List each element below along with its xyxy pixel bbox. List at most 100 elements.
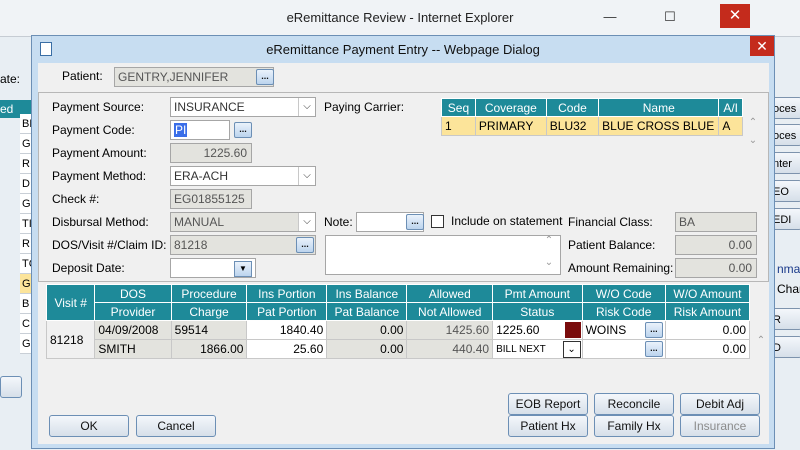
minimize-button[interactable]: — [600, 8, 620, 26]
note-scroll-up-icon[interactable]: ⌃ [542, 235, 556, 246]
include-statement-label: Include on statement [451, 214, 563, 228]
check-number-field[interactable]: EG01855125 [170, 189, 252, 209]
note-label: Note: [324, 215, 353, 229]
ok-button[interactable]: OK [49, 415, 129, 437]
grid-header-ins-balance: Ins Balance [326, 284, 408, 303]
grid-header-procedure: Procedure [170, 284, 248, 303]
calendar-dropdown-icon[interactable]: ▼ [234, 261, 252, 277]
disbursal-method-select[interactable]: MANUAL ⌵ [170, 212, 316, 232]
carrier-code: BLU32 [545, 116, 600, 136]
payment-source-value: INSURANCE [174, 100, 245, 114]
chevron-down-icon: ⌄ [562, 341, 581, 358]
family-hx-button[interactable]: Family Hx [594, 415, 674, 437]
grid-header-charge: Charge [170, 302, 248, 321]
wo-code-value: WOINS [585, 323, 627, 337]
risk-code-lookup-button[interactable]: ... [644, 341, 663, 357]
background-charge-label: Char [777, 282, 800, 296]
reconcile-button[interactable]: Reconcile [594, 393, 674, 415]
visit-number-cell: 81218 [45, 320, 96, 359]
payment-code-lookup-button[interactable]: ... [234, 122, 252, 138]
wo-code-input[interactable]: WOINS... [581, 320, 666, 340]
carrier-scroll-up-icon[interactable]: ⌃ [746, 117, 760, 128]
grid-header-pat-portion: Pat Portion [246, 302, 328, 321]
note-lookup-button[interactable]: ... [406, 214, 424, 230]
payment-code-label: Payment Code: [52, 123, 135, 137]
patient-field[interactable]: GENTRY,JENNIFER [114, 67, 274, 87]
background-summary-label: nma [777, 262, 800, 276]
grid-header-pmt-amount: Pmt Amount [492, 284, 583, 303]
wo-code-lookup-button[interactable]: ... [644, 322, 663, 338]
ins-portion-input[interactable]: 1840.40 [246, 320, 328, 340]
charge-cell: 1866.00 [170, 339, 248, 359]
payment-amount-field[interactable]: 1225.60 [170, 143, 252, 163]
grid-header-dos: DOS [94, 284, 172, 303]
carrier-header-coverage: Coverage [474, 98, 547, 117]
cancel-button[interactable]: Cancel [136, 415, 216, 437]
eob-report-button[interactable]: EOB Report [508, 393, 588, 415]
grid-header-allowed: Allowed [406, 284, 494, 303]
carrier-header-name: Name [598, 98, 720, 117]
grid-header-status: Status [492, 302, 583, 321]
background-close-button[interactable]: ✕ [720, 4, 750, 28]
note-textarea[interactable] [325, 235, 561, 275]
provider-cell: SMITH [94, 339, 172, 359]
patient-label: Patient: [62, 69, 103, 83]
risk-amount-input[interactable]: 0.00 [664, 339, 751, 359]
visit-grid: Visit # DOS Procedure Ins Portion Ins Ba… [45, 284, 751, 359]
payment-method-value: ERA-ACH [174, 169, 229, 183]
payment-source-label: Payment Source: [52, 100, 145, 114]
debit-adj-button[interactable]: Debit Adj [680, 393, 760, 415]
table-row[interactable]: 81218 04/09/2008 59514 1840.40 0.00 1425… [45, 320, 751, 359]
carrier-table: Seq Coverage Code Name A/I 1 PRIMARY BLU… [441, 98, 743, 136]
ins-balance-cell: 0.00 [326, 320, 408, 340]
carrier-header-ai: A/I [718, 98, 743, 117]
payment-method-select[interactable]: ERA-ACH ⌵ [170, 166, 316, 186]
carrier-header-code: Code [545, 98, 600, 117]
note-scroll-down-icon[interactable]: ⌄ [542, 257, 556, 268]
grid-header-not-allowed: Not Allowed [406, 302, 494, 321]
pmt-amount-input[interactable]: 1225.60 [492, 320, 583, 340]
grid-scroll-up-icon[interactable]: ⌃ [754, 335, 768, 346]
procedure-cell: 59514 [170, 320, 248, 340]
chevron-down-icon: ⌵ [298, 98, 315, 116]
financial-class-label: Financial Class: [568, 215, 653, 229]
background-left-button[interactable] [0, 376, 22, 398]
patient-balance-field[interactable]: 0.00 [675, 235, 757, 255]
patient-hx-button[interactable]: Patient Hx [508, 415, 588, 437]
pmt-amount-value: 1225.60 [496, 323, 540, 337]
status-select[interactable]: BILL NEXT ⌄ [492, 339, 583, 359]
include-statement-checkbox[interactable] [431, 215, 444, 228]
wo-amount-input[interactable]: 0.00 [664, 320, 751, 340]
carrier-name: BLUE CROSS BLUE S [598, 116, 720, 136]
carrier-header-seq: Seq [441, 98, 476, 117]
payment-method-label: Payment Method: [52, 169, 147, 183]
dos-visit-lookup-button[interactable]: ... [296, 237, 314, 253]
allowed-cell: 1425.60 [406, 320, 494, 340]
payment-source-select[interactable]: INSURANCE ⌵ [170, 97, 316, 117]
dialog-close-button[interactable]: ✕ [750, 36, 774, 56]
grid-header-wo-amount: W/O Amount [664, 284, 751, 303]
table-row[interactable]: 1 PRIMARY BLU32 BLUE CROSS BLUE S A [441, 116, 743, 136]
table-row[interactable]: SMITH 1866.00 25.60 0.00 440.40 BILL NEX… [47, 339, 751, 359]
payment-code-input[interactable]: PI [170, 120, 230, 140]
carrier-coverage: PRIMARY [474, 116, 547, 136]
dos-visit-claim-field[interactable]: 81218 [170, 235, 316, 255]
visit-number-header: Visit # [45, 284, 96, 321]
amount-remaining-field[interactable]: 0.00 [675, 258, 757, 278]
financial-class-field[interactable]: BA [675, 212, 757, 232]
background-window-title: eRemittance Review - Internet Explorer [286, 10, 514, 25]
patient-balance-label: Patient Balance: [568, 238, 656, 252]
background-title-bar: eRemittance Review - Internet Explorer —… [0, 0, 800, 37]
insurance-button[interactable]: Insurance [680, 415, 760, 437]
not-allowed-cell: 440.40 [406, 339, 494, 359]
carrier-scroll-down-icon[interactable]: ⌄ [746, 135, 760, 146]
carrier-ai: A [718, 116, 743, 136]
risk-code-input[interactable]: ... [581, 339, 666, 359]
maximize-button[interactable]: ☐ [660, 8, 680, 26]
chevron-down-icon: ⌵ [298, 167, 315, 185]
dialog-body: Patient: GENTRY,JENNIFER ... Payment Sou… [38, 63, 769, 444]
background-date-label: ate: [0, 72, 21, 86]
pat-portion-input[interactable]: 25.60 [246, 339, 328, 359]
patient-lookup-button[interactable]: ... [256, 69, 274, 85]
disbursal-method-label: Disbursal Method: [52, 215, 149, 229]
